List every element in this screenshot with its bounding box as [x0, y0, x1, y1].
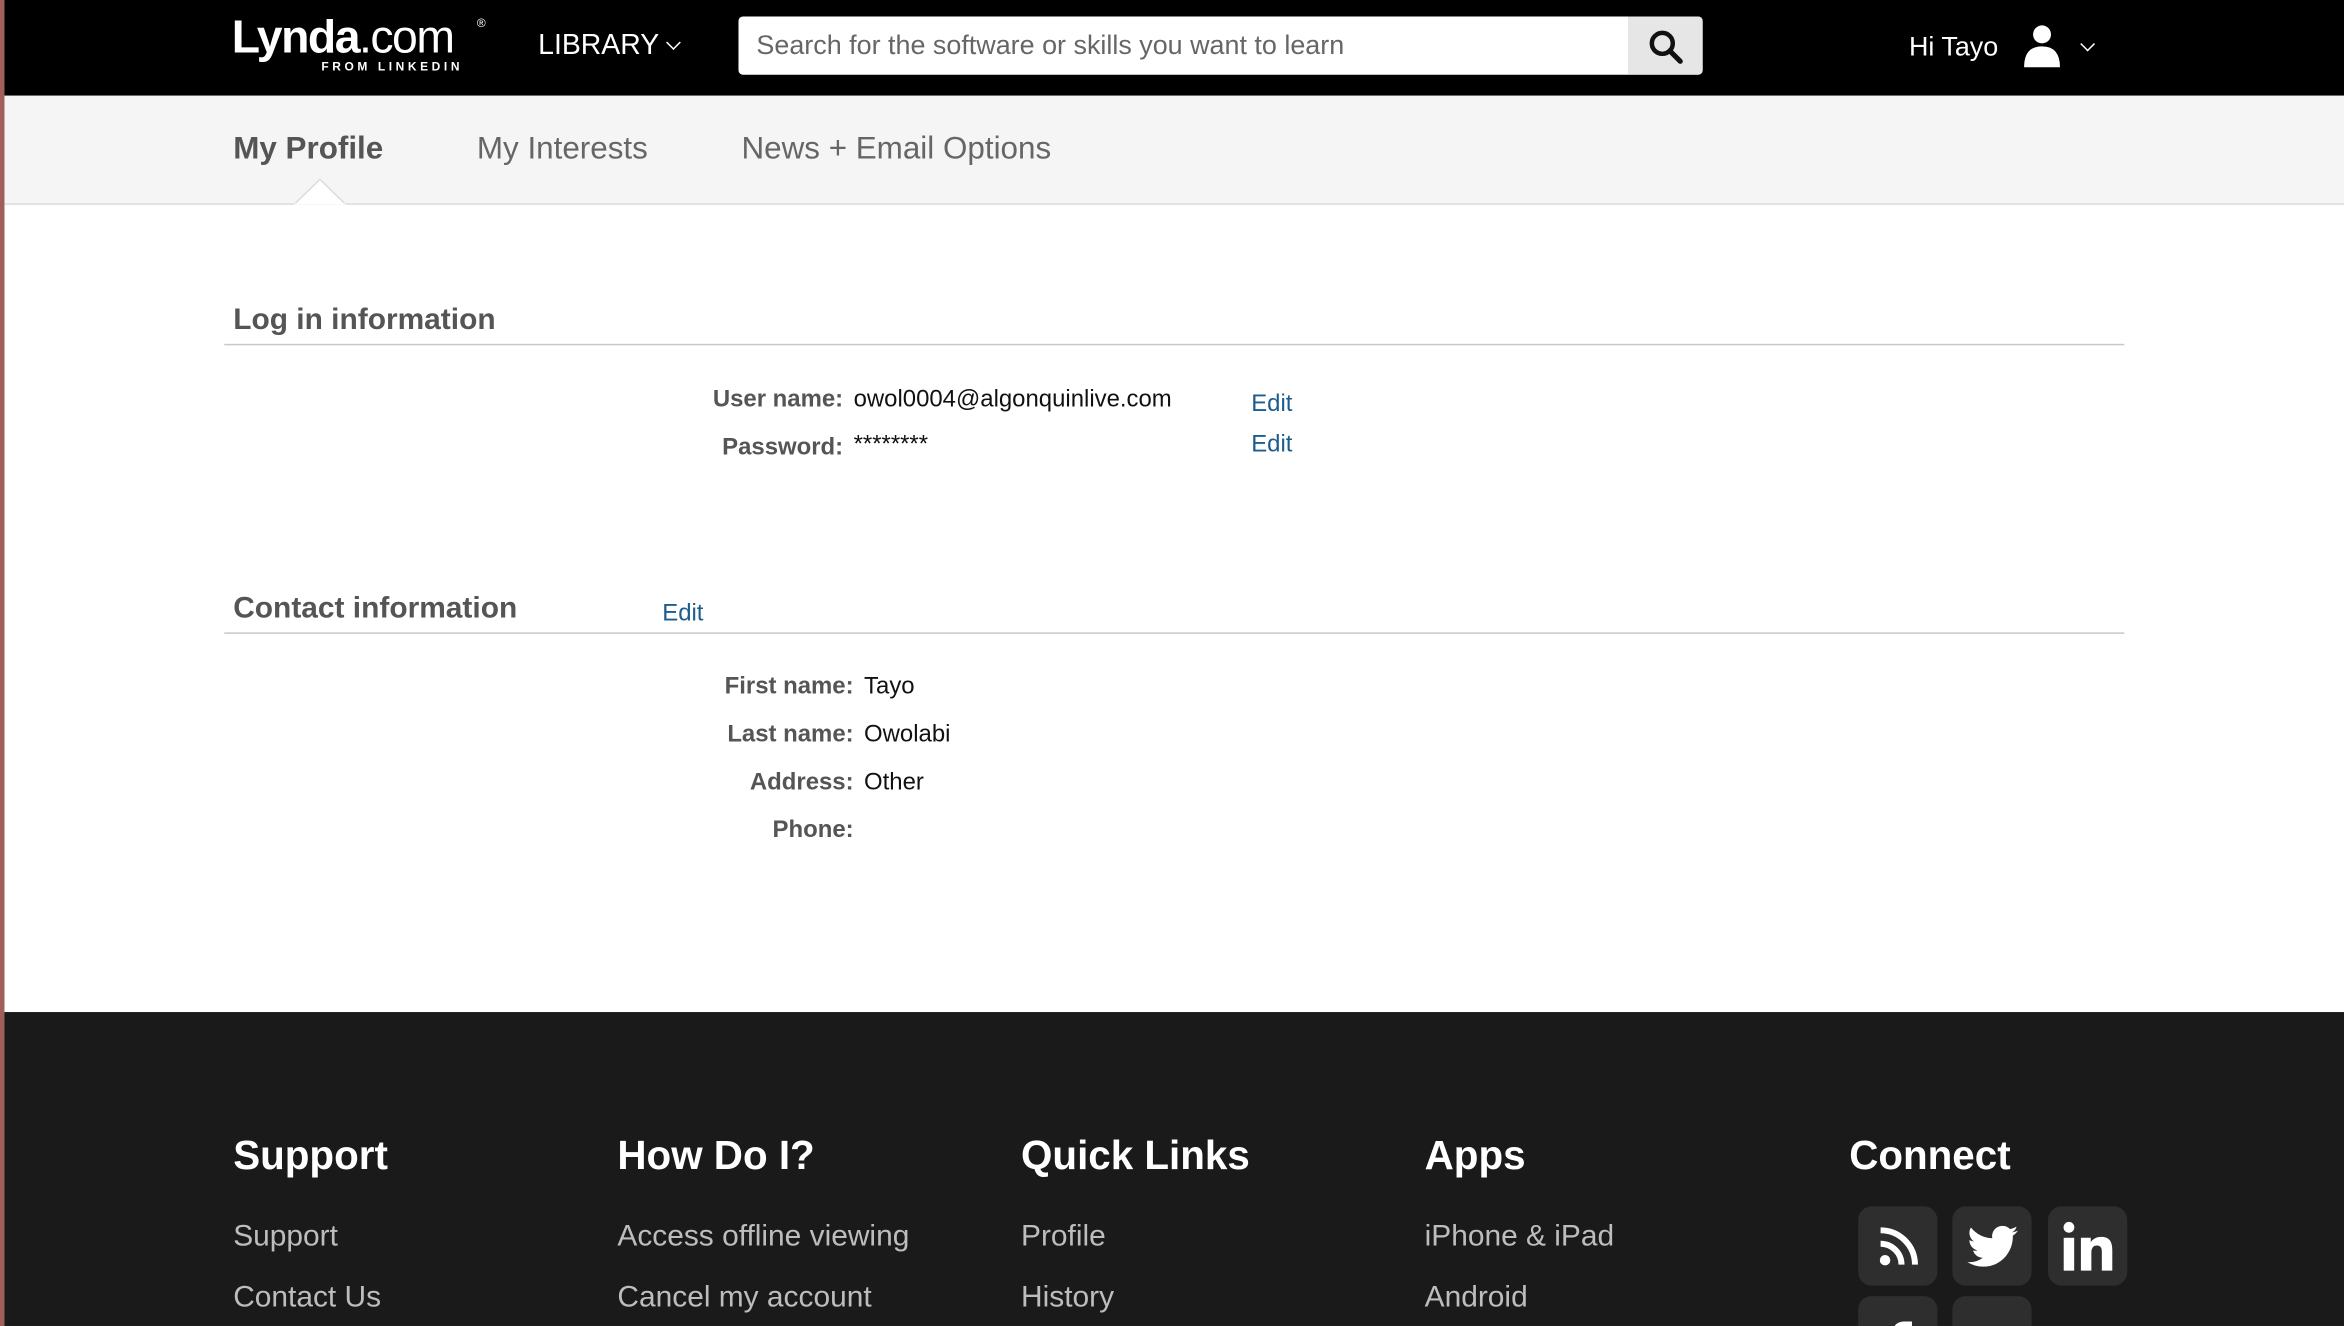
footer-link[interactable]: Support: [233, 1220, 338, 1254]
edit-username-link[interactable]: Edit: [1251, 392, 1292, 419]
divider: [224, 632, 2125, 634]
facebook-icon: [1893, 1320, 1912, 1326]
username-value: owol0004@algonquinlive.com: [853, 387, 1172, 413]
footer-link[interactable]: Cancel my account: [617, 1281, 871, 1315]
library-menu[interactable]: LIBRARY: [538, 30, 681, 63]
footer-link[interactable]: iPhone & iPad: [1425, 1220, 1615, 1254]
address-value: Other: [864, 769, 924, 796]
footer: Support Support Contact Us How Do I? Acc…: [0, 1012, 2344, 1326]
user-menu[interactable]: [2023, 24, 2096, 76]
page: Lynda.com ® FROM LINKEDIN LIBRARY Hi Tay…: [0, 0, 2344, 1326]
tab-my-interests[interactable]: My Interests: [477, 132, 648, 168]
search-button[interactable]: [1627, 16, 1703, 75]
password-value: ********: [853, 432, 929, 458]
footer-link[interactable]: Profile: [1021, 1220, 1106, 1254]
last-name-label: Last name:: [727, 722, 854, 748]
footer-link[interactable]: Access offline viewing: [617, 1220, 909, 1254]
twitter-icon: [1966, 1225, 2018, 1266]
search-bar: [738, 16, 1703, 75]
password-label: Password:: [722, 435, 844, 461]
login-section-title: Log in information: [233, 303, 496, 337]
linkedin-button[interactable]: [2048, 1206, 2128, 1286]
username-label: User name:: [712, 387, 844, 413]
footer-heading-apps: Apps: [1424, 1133, 1526, 1178]
rss-icon: [1879, 1226, 1918, 1265]
first-name-value: Tayo: [864, 674, 915, 700]
profile-tabs: My Profile My Interests News + Email Opt…: [0, 95, 2344, 205]
footer-link[interactable]: Contact Us: [233, 1281, 381, 1315]
footer-link[interactable]: Android: [1425, 1281, 1528, 1315]
footer-heading-how-do-i: How Do I?: [617, 1133, 815, 1178]
footer-heading-connect: Connect: [1849, 1133, 2011, 1178]
top-header: Lynda.com ® FROM LINKEDIN LIBRARY Hi Tay…: [0, 0, 2344, 96]
edit-password-link[interactable]: Edit: [1251, 432, 1292, 459]
search-input[interactable]: [738, 16, 1642, 75]
social-button[interactable]: [1952, 1296, 2032, 1326]
tab-my-profile[interactable]: My Profile: [233, 132, 383, 168]
facebook-button[interactable]: [1858, 1296, 1938, 1326]
user-icon: [2024, 25, 2060, 68]
tab-news-email-options[interactable]: News + Email Options: [741, 132, 1051, 168]
rss-button[interactable]: [1858, 1206, 1938, 1286]
active-tab-pointer: [294, 178, 346, 205]
linkedin-icon: [2062, 1221, 2112, 1270]
user-greeting: Hi Tayo: [1908, 31, 1999, 62]
phone-label: Phone:: [772, 817, 854, 844]
footer-link[interactable]: History: [1021, 1281, 1114, 1315]
footer-heading-support: Support: [233, 1133, 388, 1178]
search-icon: [1649, 29, 1683, 64]
edit-contact-link[interactable]: Edit: [662, 601, 703, 628]
contact-section-title: Contact information: [233, 591, 518, 625]
chevron-down-icon: [2080, 36, 2096, 52]
divider: [224, 343, 2125, 346]
chevron-down-icon: [666, 35, 681, 51]
twitter-button[interactable]: [1952, 1206, 2032, 1286]
footer-heading-quick-links: Quick Links: [1021, 1133, 1250, 1178]
last-name-value: Owolabi: [864, 722, 951, 748]
lynda-logo[interactable]: Lynda.com ® FROM LINKEDIN: [232, 13, 486, 74]
window-edge: [0, 0, 5, 1326]
address-label: Address:: [749, 769, 854, 796]
first-name-label: First name:: [724, 674, 854, 700]
